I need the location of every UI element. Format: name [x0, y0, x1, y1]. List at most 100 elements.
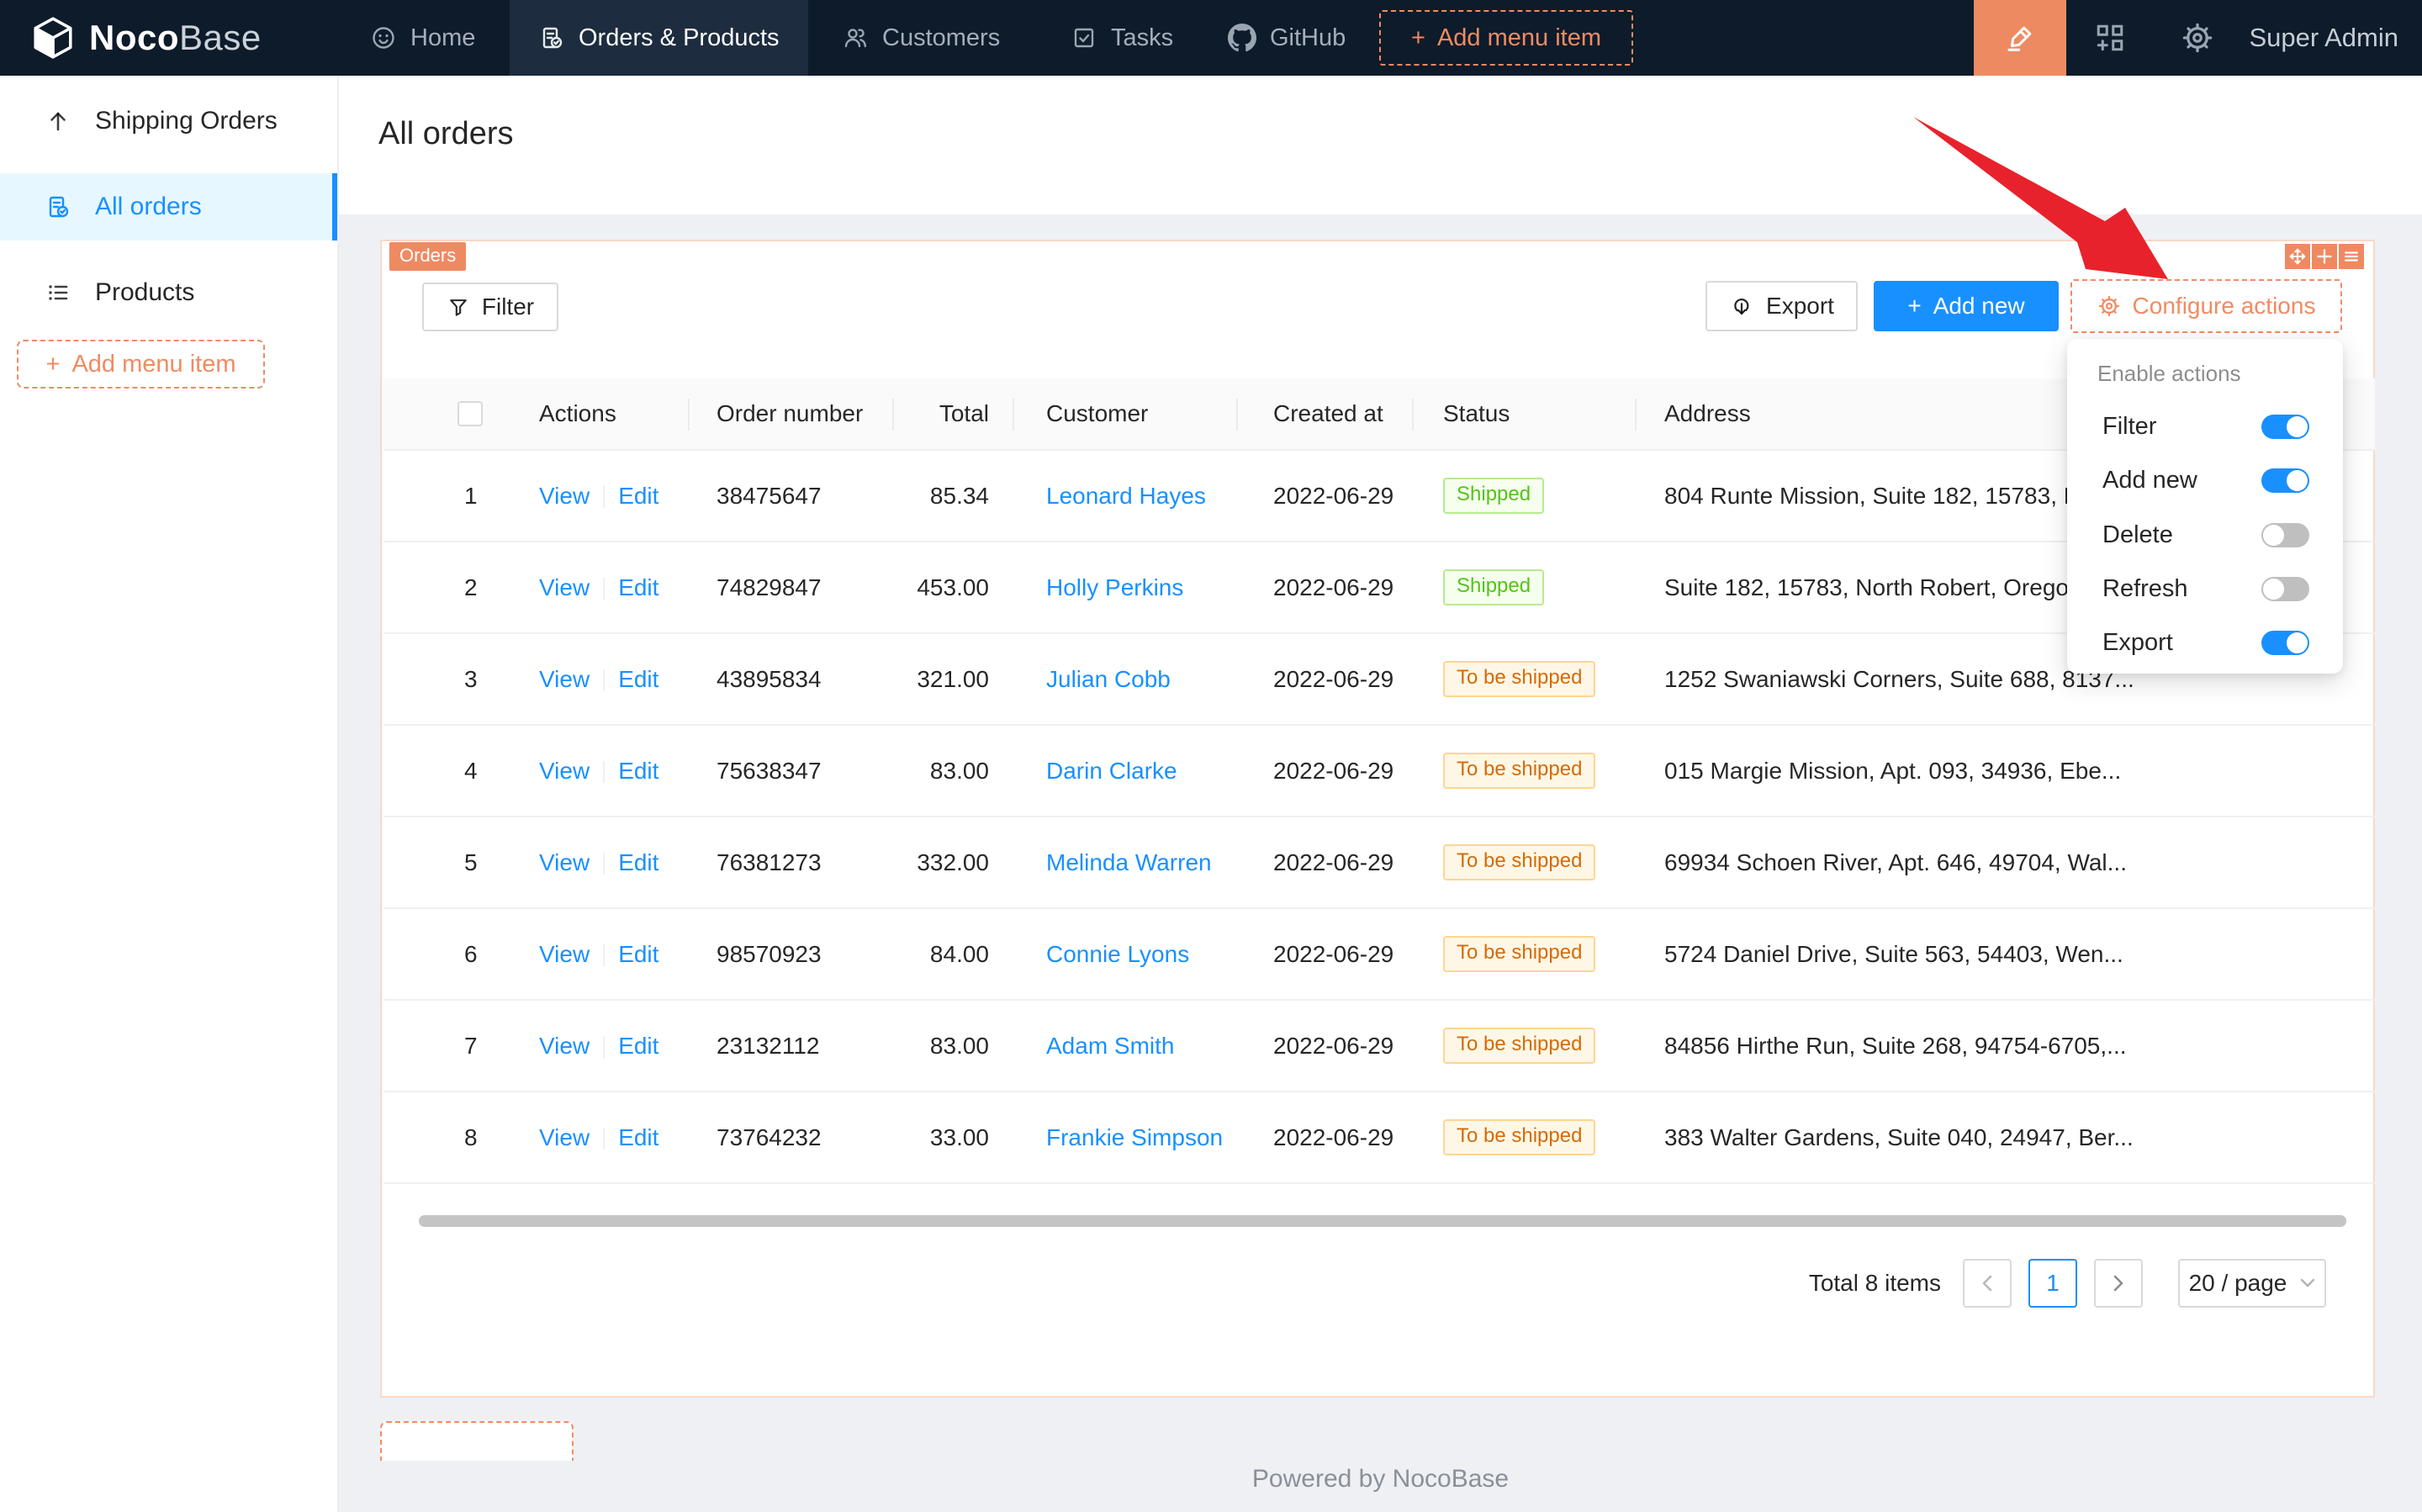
- order-number-cell: 75638347: [690, 725, 894, 817]
- nav-item-tasks[interactable]: Tasks: [1071, 0, 1173, 76]
- customer-link[interactable]: Frankie Simpson: [1046, 1124, 1223, 1150]
- sidebar-item-all-orders[interactable]: All orders: [0, 173, 337, 241]
- page-size-select[interactable]: 20 / page: [2178, 1259, 2326, 1308]
- edit-link[interactable]: Edit: [618, 666, 658, 692]
- add-new-toggle[interactable]: [2261, 468, 2309, 493]
- edit-link[interactable]: Edit: [618, 758, 658, 784]
- dropdown-item-filter[interactable]: Filter: [2067, 399, 2343, 453]
- top-navbar: NocoBase Home Orders & Products: [0, 0, 2422, 76]
- pagination-prev-button[interactable]: [1963, 1259, 2012, 1308]
- address-cell: 015 Margie Mission, Apt. 093, 34936, Ebe…: [1637, 725, 2375, 817]
- filter-toggle[interactable]: [2261, 415, 2309, 439]
- home-icon: [370, 24, 397, 51]
- block-collection-tag: Orders: [389, 242, 466, 271]
- edit-link[interactable]: Edit: [618, 1033, 658, 1059]
- order-number-cell: 38475647: [690, 450, 894, 542]
- status-badge: Shipped: [1443, 478, 1544, 514]
- col-header-actions: Actions: [515, 378, 690, 450]
- filter-icon: [447, 295, 470, 319]
- status-badge: To be shipped: [1443, 1119, 1595, 1155]
- table-row: 4 ViewEdit 75638347 83.00 Darin Clarke 2…: [383, 725, 2375, 817]
- edit-link[interactable]: Edit: [618, 1124, 658, 1150]
- navbar-add-menu-item-button[interactable]: + Add menu item: [1379, 10, 1633, 66]
- view-link[interactable]: View: [539, 758, 590, 784]
- sidebar-item-products[interactable]: Products: [0, 259, 337, 326]
- customer-link[interactable]: Leonard Hayes: [1046, 483, 1206, 509]
- customer-link[interactable]: Julian Cobb: [1046, 666, 1171, 692]
- settings-button[interactable]: [2154, 0, 2241, 76]
- edit-link[interactable]: Edit: [618, 574, 658, 600]
- block-add-icon[interactable]: [2312, 244, 2337, 269]
- view-link[interactable]: View: [539, 483, 590, 509]
- block-menu-icon[interactable]: [2339, 244, 2364, 269]
- sidebar: Shipping Orders All orders Produc: [0, 76, 339, 1512]
- edit-link[interactable]: Edit: [618, 941, 658, 967]
- customer-link[interactable]: Darin Clarke: [1046, 758, 1177, 784]
- customer-link[interactable]: Holly Perkins: [1046, 574, 1183, 600]
- file-done-icon: [45, 193, 71, 220]
- view-link[interactable]: View: [539, 666, 590, 692]
- created-at-cell: 2022-06-29: [1238, 817, 1414, 908]
- refresh-toggle[interactable]: [2261, 577, 2309, 601]
- pagination-next-button[interactable]: [2094, 1259, 2143, 1308]
- drag-handle-icon[interactable]: [2285, 244, 2310, 269]
- file-done-icon: [538, 24, 565, 51]
- table-row: 7 ViewEdit 23132112 83.00 Adam Smith 202…: [383, 1000, 2375, 1092]
- order-number-cell: 73764232: [690, 1092, 894, 1183]
- dropdown-item-refresh[interactable]: Refresh: [2067, 562, 2343, 616]
- total-cell: 321.00: [894, 633, 1014, 725]
- edit-link[interactable]: Edit: [618, 849, 658, 875]
- export-button[interactable]: Export: [1705, 281, 1858, 331]
- created-at-cell: 2022-06-29: [1238, 1000, 1414, 1092]
- dropdown-item-delete[interactable]: Delete: [2067, 508, 2343, 562]
- nav-item-home[interactable]: Home: [370, 0, 475, 76]
- filter-button[interactable]: Filter: [422, 283, 558, 331]
- plugin-manager-button[interactable]: [2066, 0, 2154, 76]
- configure-actions-button[interactable]: Configure actions: [2070, 279, 2342, 333]
- delete-toggle[interactable]: [2261, 523, 2309, 547]
- logo-text-base: Base: [179, 18, 262, 57]
- total-cell: 84.00: [894, 908, 1014, 1000]
- row-index: 2: [383, 542, 515, 633]
- total-cell: 85.34: [894, 450, 1014, 542]
- select-all-checkbox[interactable]: [457, 401, 483, 426]
- nav-item-customers[interactable]: Customers: [842, 0, 1000, 76]
- row-index: 8: [383, 1092, 515, 1183]
- view-link[interactable]: View: [539, 1124, 590, 1150]
- row-index: 6: [383, 908, 515, 1000]
- col-header-status: Status: [1414, 378, 1637, 450]
- sidebar-add-menu-item-button[interactable]: + Add menu item: [17, 340, 265, 389]
- customer-link[interactable]: Adam Smith: [1046, 1033, 1175, 1059]
- view-link[interactable]: View: [539, 1033, 590, 1059]
- order-number-cell: 98570923: [690, 908, 894, 1000]
- table-horizontal-scrollbar[interactable]: [419, 1215, 2346, 1227]
- dropdown-item-export[interactable]: Export: [2067, 616, 2343, 669]
- sidebar-item-shipping-orders[interactable]: Shipping Orders: [0, 87, 337, 155]
- order-number-cell: 74829847: [690, 542, 894, 633]
- row-index: 4: [383, 725, 515, 817]
- customer-link[interactable]: Connie Lyons: [1046, 941, 1189, 967]
- address-cell: 5724 Daniel Drive, Suite 563, 54403, Wen…: [1637, 908, 2375, 1000]
- user-menu[interactable]: Super Admin: [2241, 23, 2422, 53]
- nav-item-github[interactable]: GitHub: [1228, 0, 1346, 76]
- ui-editor-button[interactable]: [1974, 0, 2066, 76]
- add-block-button[interactable]: + Add block: [380, 1421, 574, 1461]
- nav-item-orders-products[interactable]: Orders & Products: [510, 0, 808, 76]
- add-new-button[interactable]: + Add new: [1874, 281, 2059, 331]
- nocobase-logo[interactable]: NocoBase: [30, 0, 262, 76]
- row-index: 1: [383, 450, 515, 542]
- view-link[interactable]: View: [539, 941, 590, 967]
- status-badge: To be shipped: [1443, 844, 1595, 880]
- view-link[interactable]: View: [539, 849, 590, 875]
- pagination-page-1[interactable]: 1: [2028, 1259, 2077, 1308]
- edit-link[interactable]: Edit: [618, 483, 658, 509]
- customer-link[interactable]: Melinda Warren: [1046, 849, 1212, 875]
- status-badge: To be shipped: [1443, 661, 1595, 697]
- logo-text-noco: Noco: [89, 18, 179, 57]
- dropdown-item-add-new[interactable]: Add new: [2067, 453, 2343, 507]
- row-index: 5: [383, 817, 515, 908]
- export-toggle[interactable]: [2261, 631, 2309, 655]
- cloud-download-icon: [1729, 293, 1754, 319]
- team-icon: [842, 24, 869, 51]
- view-link[interactable]: View: [539, 574, 590, 600]
